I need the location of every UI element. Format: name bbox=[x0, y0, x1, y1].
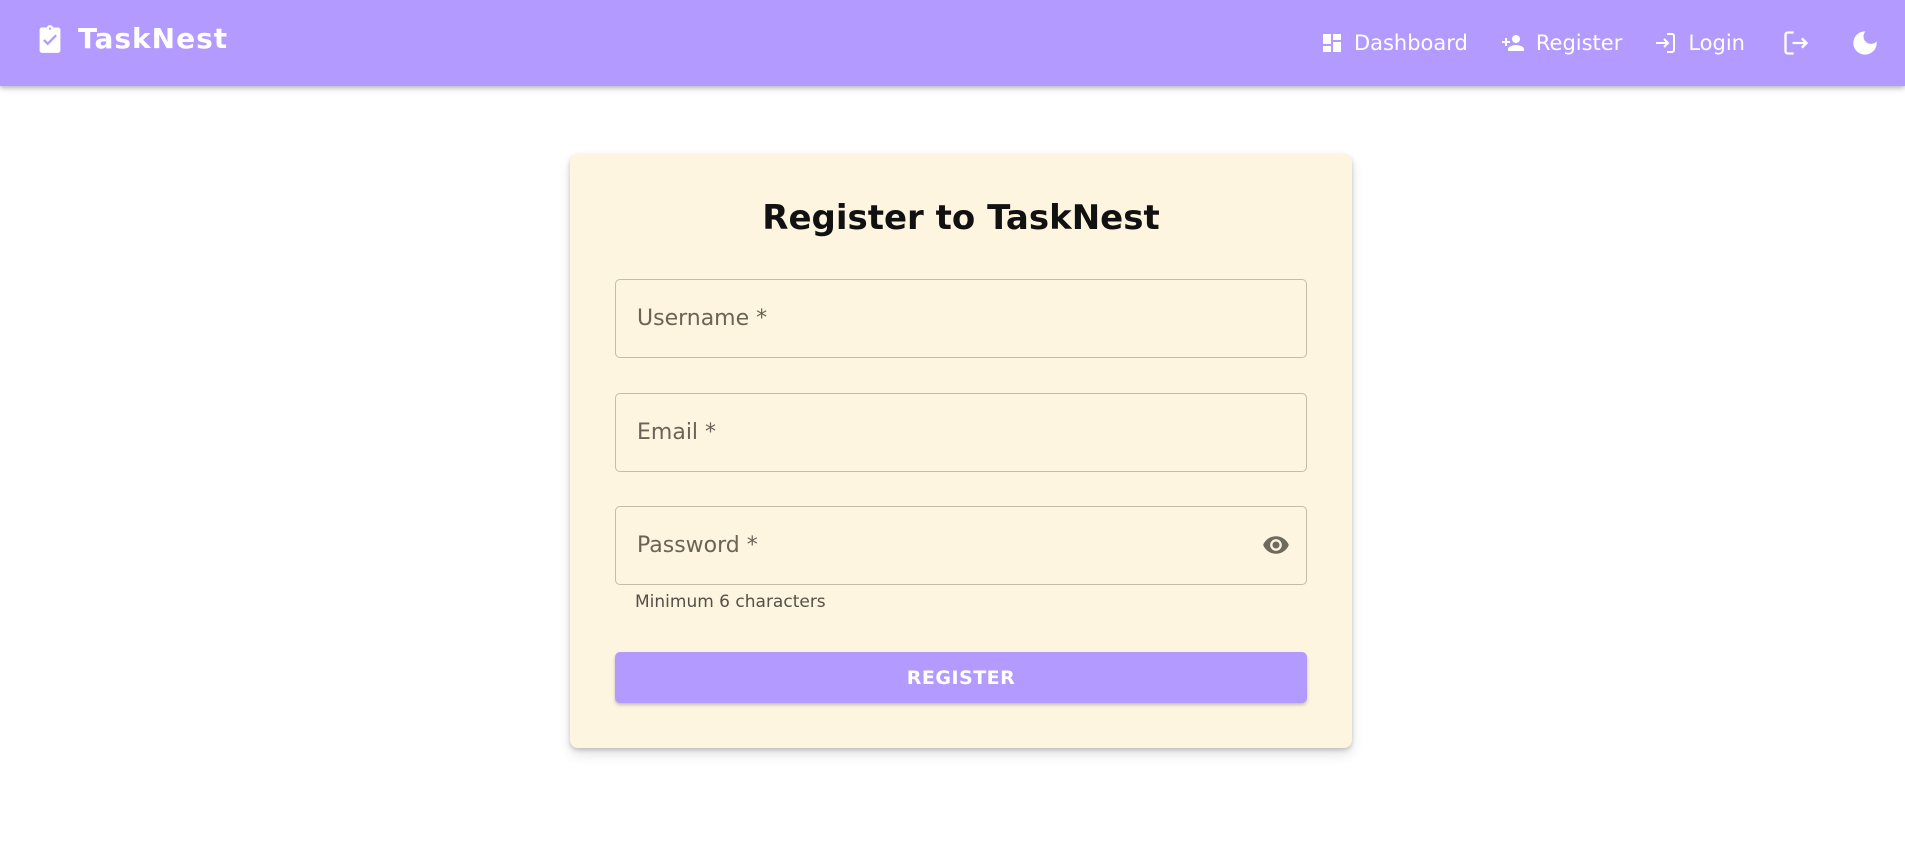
password-input[interactable] bbox=[635, 507, 1246, 584]
nav-login-link[interactable]: Login bbox=[1652, 19, 1745, 67]
nav-dashboard-link[interactable]: Dashboard bbox=[1320, 19, 1468, 67]
register-card: Register to TaskNest Minimum 6 character… bbox=[570, 154, 1352, 748]
email-input[interactable] bbox=[635, 394, 1306, 471]
password-field[interactable] bbox=[615, 506, 1307, 585]
page-title: Register to TaskNest bbox=[762, 198, 1160, 238]
nav-register-link[interactable]: Register bbox=[1498, 19, 1622, 67]
brand-logo-link[interactable]: TaskNest bbox=[36, 22, 228, 55]
logout-button[interactable] bbox=[1781, 19, 1811, 67]
email-field[interactable] bbox=[615, 393, 1307, 472]
login-icon bbox=[1652, 31, 1678, 55]
nav-login-label: Login bbox=[1688, 31, 1745, 55]
nav-dashboard-label: Dashboard bbox=[1353, 31, 1468, 55]
top-nav: Dashboard Register Login bbox=[1320, 0, 1905, 86]
app-title: TaskNest bbox=[78, 22, 229, 55]
dashboard-icon bbox=[1320, 31, 1344, 55]
password-helper-text: Minimum 6 characters bbox=[635, 592, 826, 612]
clipboard-check-icon bbox=[36, 24, 64, 54]
person-add-icon bbox=[1498, 31, 1526, 55]
username-input[interactable] bbox=[635, 280, 1306, 357]
register-button[interactable]: REGISTER bbox=[615, 652, 1307, 703]
visibility-eye-icon[interactable] bbox=[1260, 531, 1292, 563]
nav-register-label: Register bbox=[1535, 31, 1623, 55]
app-bar: TaskNest Dashboard Register Login bbox=[0, 0, 1905, 86]
logout-icon bbox=[1781, 29, 1811, 57]
theme-toggle-button[interactable] bbox=[1851, 19, 1879, 67]
username-field[interactable] bbox=[615, 279, 1307, 358]
dark-mode-moon-icon bbox=[1851, 29, 1879, 57]
